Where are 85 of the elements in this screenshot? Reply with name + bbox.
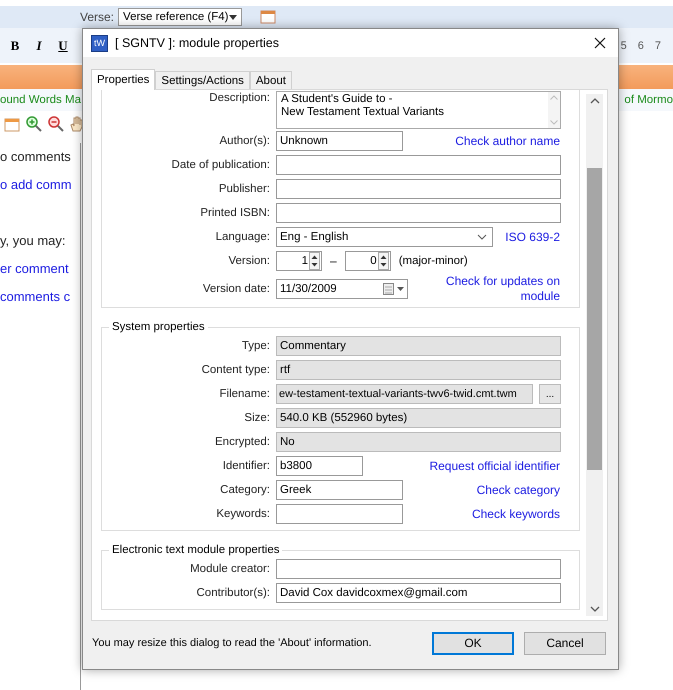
dropdown-arrow-icon[interactable] (229, 14, 238, 20)
spin-arrows-icon[interactable] (378, 252, 389, 270)
field-label: Version: (227, 255, 271, 267)
group-title: Electronic text module properties (109, 544, 282, 556)
link[interactable]: Check keywords (472, 507, 560, 521)
language-dropdown[interactable]: Eng - English (276, 227, 493, 247)
scrollbar[interactable] (586, 94, 603, 616)
scrollbar-thumb[interactable] (587, 168, 602, 470)
page-number[interactable]: 5 (620, 40, 627, 52)
window-title: [ SGNTV ]: module properties (115, 36, 279, 50)
field-label: Keywords: (215, 508, 271, 520)
zoom-out-icon[interactable] (48, 116, 64, 132)
group-title: System properties (109, 321, 208, 333)
readonly-field: 540.0 KB (552960 bytes) (276, 408, 561, 428)
tab[interactable]: Properties (91, 69, 156, 90)
input-field[interactable] (276, 203, 561, 223)
field-label: Module creator: (189, 563, 271, 575)
tab[interactable]: About (250, 71, 292, 89)
hand-icon[interactable] (70, 116, 84, 132)
verse-label: Verse: (80, 10, 114, 24)
spin-arrows-icon[interactable] (309, 252, 320, 270)
field-label: Author(s): (218, 135, 271, 147)
field-label: Language: (214, 231, 271, 243)
field-label: Contributor(s): (196, 587, 271, 599)
input-field[interactable]: b3800 (276, 456, 363, 476)
field-label: Printed ISBN: (199, 207, 271, 219)
text-link[interactable]: o add comm (0, 171, 80, 199)
field-label: Description: (208, 91, 271, 104)
page-number[interactable]: 7 (654, 40, 661, 52)
text-line: y, you may: (0, 232, 67, 250)
field-label: Filename: (218, 388, 271, 400)
input-field[interactable]: Unknown (276, 131, 403, 151)
document-icon[interactable] (260, 9, 276, 25)
spin-field[interactable]: 1 (276, 251, 322, 271)
readonly-field: ew-testament-textual-variants-twv6-twid.cmt.twm (276, 384, 533, 404)
field-label: Type: (240, 340, 271, 352)
link[interactable]: ISO 639-2 (505, 230, 560, 244)
calendar-dropdown-icon[interactable] (383, 283, 405, 295)
chevron-down-icon[interactable] (477, 234, 487, 240)
page-number[interactable]: 6 (638, 40, 644, 52)
app-icon: tW (91, 34, 108, 52)
format-button[interactable]: B (6, 38, 24, 54)
link[interactable]: Check author name (455, 134, 560, 148)
tab-title[interactable]: ound Words Ma (0, 94, 81, 106)
dash-separator: – (330, 254, 337, 268)
format-button[interactable]: I (30, 38, 48, 54)
zoom-in-icon[interactable] (26, 116, 42, 132)
input-field[interactable] (276, 504, 403, 524)
format-button[interactable]: U (54, 38, 72, 54)
field-label: Encrypted: (214, 436, 271, 448)
browse-button[interactable]: ... (539, 384, 561, 404)
readonly-field: No (276, 432, 561, 452)
field-label: Date of publication: (170, 159, 271, 171)
input-field[interactable]: David Cox davidcoxmex@gmail.com (276, 583, 561, 603)
input-field[interactable] (276, 179, 561, 199)
input-field[interactable]: Greek (276, 480, 403, 500)
verse-dropdown[interactable]: Verse reference (F4) (118, 8, 242, 26)
hint-text: You may resize this dialog to read the 'About' information. (92, 637, 372, 649)
spin-field[interactable]: 0 (344, 251, 391, 271)
link[interactable]: Check category (476, 483, 560, 497)
link[interactable]: Request official identifier (429, 459, 560, 473)
input-field[interactable] (276, 155, 561, 175)
field-label: Publisher: (218, 183, 271, 195)
cancel-button[interactable]: Cancel (524, 632, 606, 654)
field-label: Version date: (202, 283, 271, 295)
scroll-up-icon[interactable] (590, 98, 600, 104)
input-field[interactable] (276, 559, 561, 579)
field-label: Content type: (200, 364, 271, 376)
close-icon[interactable] (594, 37, 606, 49)
tab[interactable]: Settings/Actions (155, 71, 250, 89)
tab-title[interactable]: of Mormo (624, 94, 673, 106)
readonly-field: rtf (276, 360, 561, 380)
field-label: Size: (243, 412, 271, 424)
field-label: Category: (219, 484, 271, 496)
text-link[interactable]: comments c (0, 283, 80, 311)
text-link[interactable]: er comment (0, 255, 80, 283)
link[interactable]: Check for updates on module (440, 274, 560, 304)
scroll-down-icon[interactable] (590, 606, 600, 612)
readonly-field: Commentary (276, 336, 561, 356)
field-label: Identifier: (222, 460, 271, 472)
calendar-icon[interactable] (4, 116, 20, 132)
ok-button[interactable]: OK (432, 632, 514, 654)
date-picker[interactable]: 11/30/2009 (276, 279, 408, 299)
text-line: o comments (0, 148, 72, 166)
version-hint: (major-minor) (398, 255, 468, 267)
